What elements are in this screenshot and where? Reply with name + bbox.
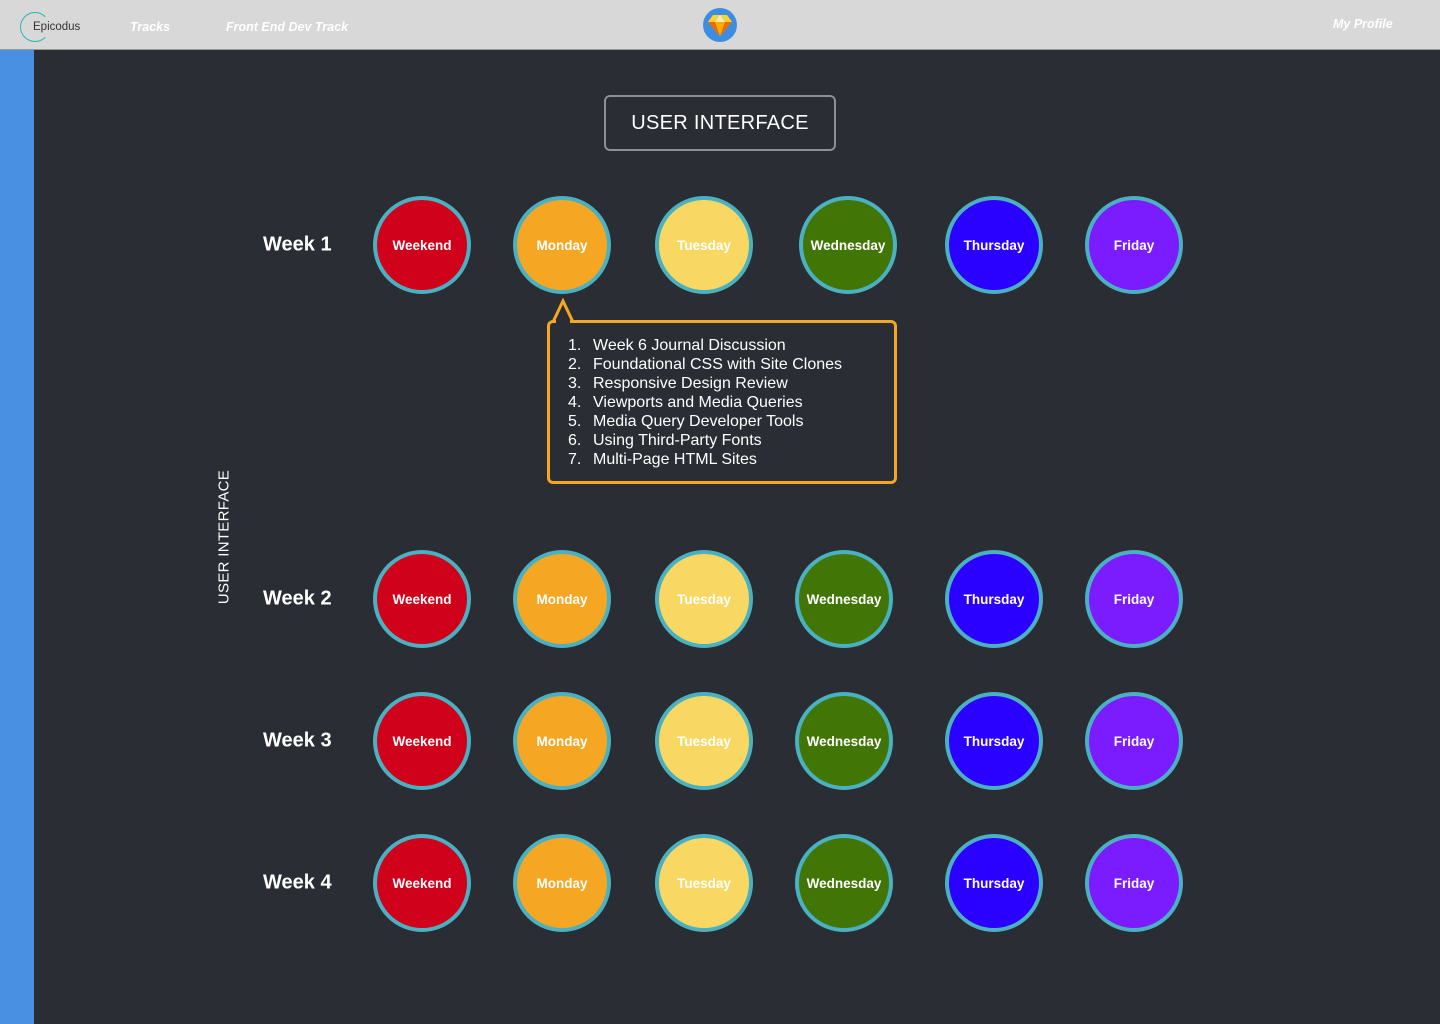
week-3-friday-button[interactable]: Friday <box>1085 692 1183 790</box>
week-2-monday-button[interactable]: Monday <box>513 550 611 648</box>
week-2-weekend-button[interactable]: Weekend <box>373 550 471 648</box>
popover-arrow-gap <box>556 320 570 323</box>
week-1-monday-button[interactable]: Monday <box>513 196 611 294</box>
week-4-monday-button[interactable]: Monday <box>513 834 611 932</box>
week-2-thursday-button[interactable]: Thursday <box>945 550 1043 648</box>
topic-item[interactable]: 2. Foundational CSS with Site Clones <box>568 355 842 374</box>
week-4-thursday-button[interactable]: Thursday <box>945 834 1043 932</box>
top-navigation-bar: Epicodus Tracks Front End Dev Track My P… <box>0 0 1440 50</box>
week-1-tuesday-button[interactable]: Tuesday <box>655 196 753 294</box>
page-title: USER INTERFACE <box>604 95 836 151</box>
sketch-diamond-icon[interactable] <box>703 8 737 42</box>
week-3-wednesday-button[interactable]: Wednesday <box>795 692 893 790</box>
week-1-weekend-button[interactable]: Weekend <box>373 196 471 294</box>
vertical-section-label: USER INTERFACE <box>215 469 233 605</box>
week-3-monday-button[interactable]: Monday <box>513 692 611 790</box>
week-2-tuesday-button[interactable]: Tuesday <box>655 550 753 648</box>
week-3-tuesday-button[interactable]: Tuesday <box>655 692 753 790</box>
week-3-thursday-button[interactable]: Thursday <box>945 692 1043 790</box>
topics-list: 1. Week 6 Journal Discussion 2. Foundation… <box>568 336 842 469</box>
topic-item[interactable]: 1. Week 6 Journal Discussion <box>568 336 842 355</box>
week-2-label: Week 2 <box>263 587 332 610</box>
monday-topics-popover: 1. Week 6 Journal Discussion 2. Foundation… <box>547 320 897 484</box>
sidebar-accent-strip <box>0 50 34 1024</box>
nav-tracks-link[interactable]: Tracks <box>130 20 170 34</box>
week-3-label: Week 3 <box>263 729 332 752</box>
week-1-friday-button[interactable]: Friday <box>1085 196 1183 294</box>
my-profile-link[interactable]: My Profile <box>1333 17 1393 31</box>
logo-text[interactable]: Epicodus <box>33 21 80 33</box>
nav-track-link[interactable]: Front End Dev Track <box>226 20 348 34</box>
week-1-wednesday-button[interactable]: Wednesday <box>799 196 897 294</box>
week-4-label: Week 4 <box>263 871 332 894</box>
week-1-thursday-button[interactable]: Thursday <box>945 196 1043 294</box>
topic-item[interactable]: 5. Media Query Developer Tools <box>568 412 842 431</box>
week-3-weekend-button[interactable]: Weekend <box>373 692 471 790</box>
week-4-wednesday-button[interactable]: Wednesday <box>795 834 893 932</box>
topic-item[interactable]: 3. Responsive Design Review <box>568 374 842 393</box>
week-2-friday-button[interactable]: Friday <box>1085 550 1183 648</box>
week-4-weekend-button[interactable]: Weekend <box>373 834 471 932</box>
week-1-label: Week 1 <box>263 233 332 256</box>
week-4-tuesday-button[interactable]: Tuesday <box>655 834 753 932</box>
topic-item[interactable]: 6. Using Third-Party Fonts <box>568 431 842 450</box>
topic-item[interactable]: 4. Viewports and Media Queries <box>568 393 842 412</box>
topic-item[interactable]: 7. Multi-Page HTML Sites <box>568 450 842 469</box>
week-4-friday-button[interactable]: Friday <box>1085 834 1183 932</box>
week-2-wednesday-button[interactable]: Wednesday <box>795 550 893 648</box>
